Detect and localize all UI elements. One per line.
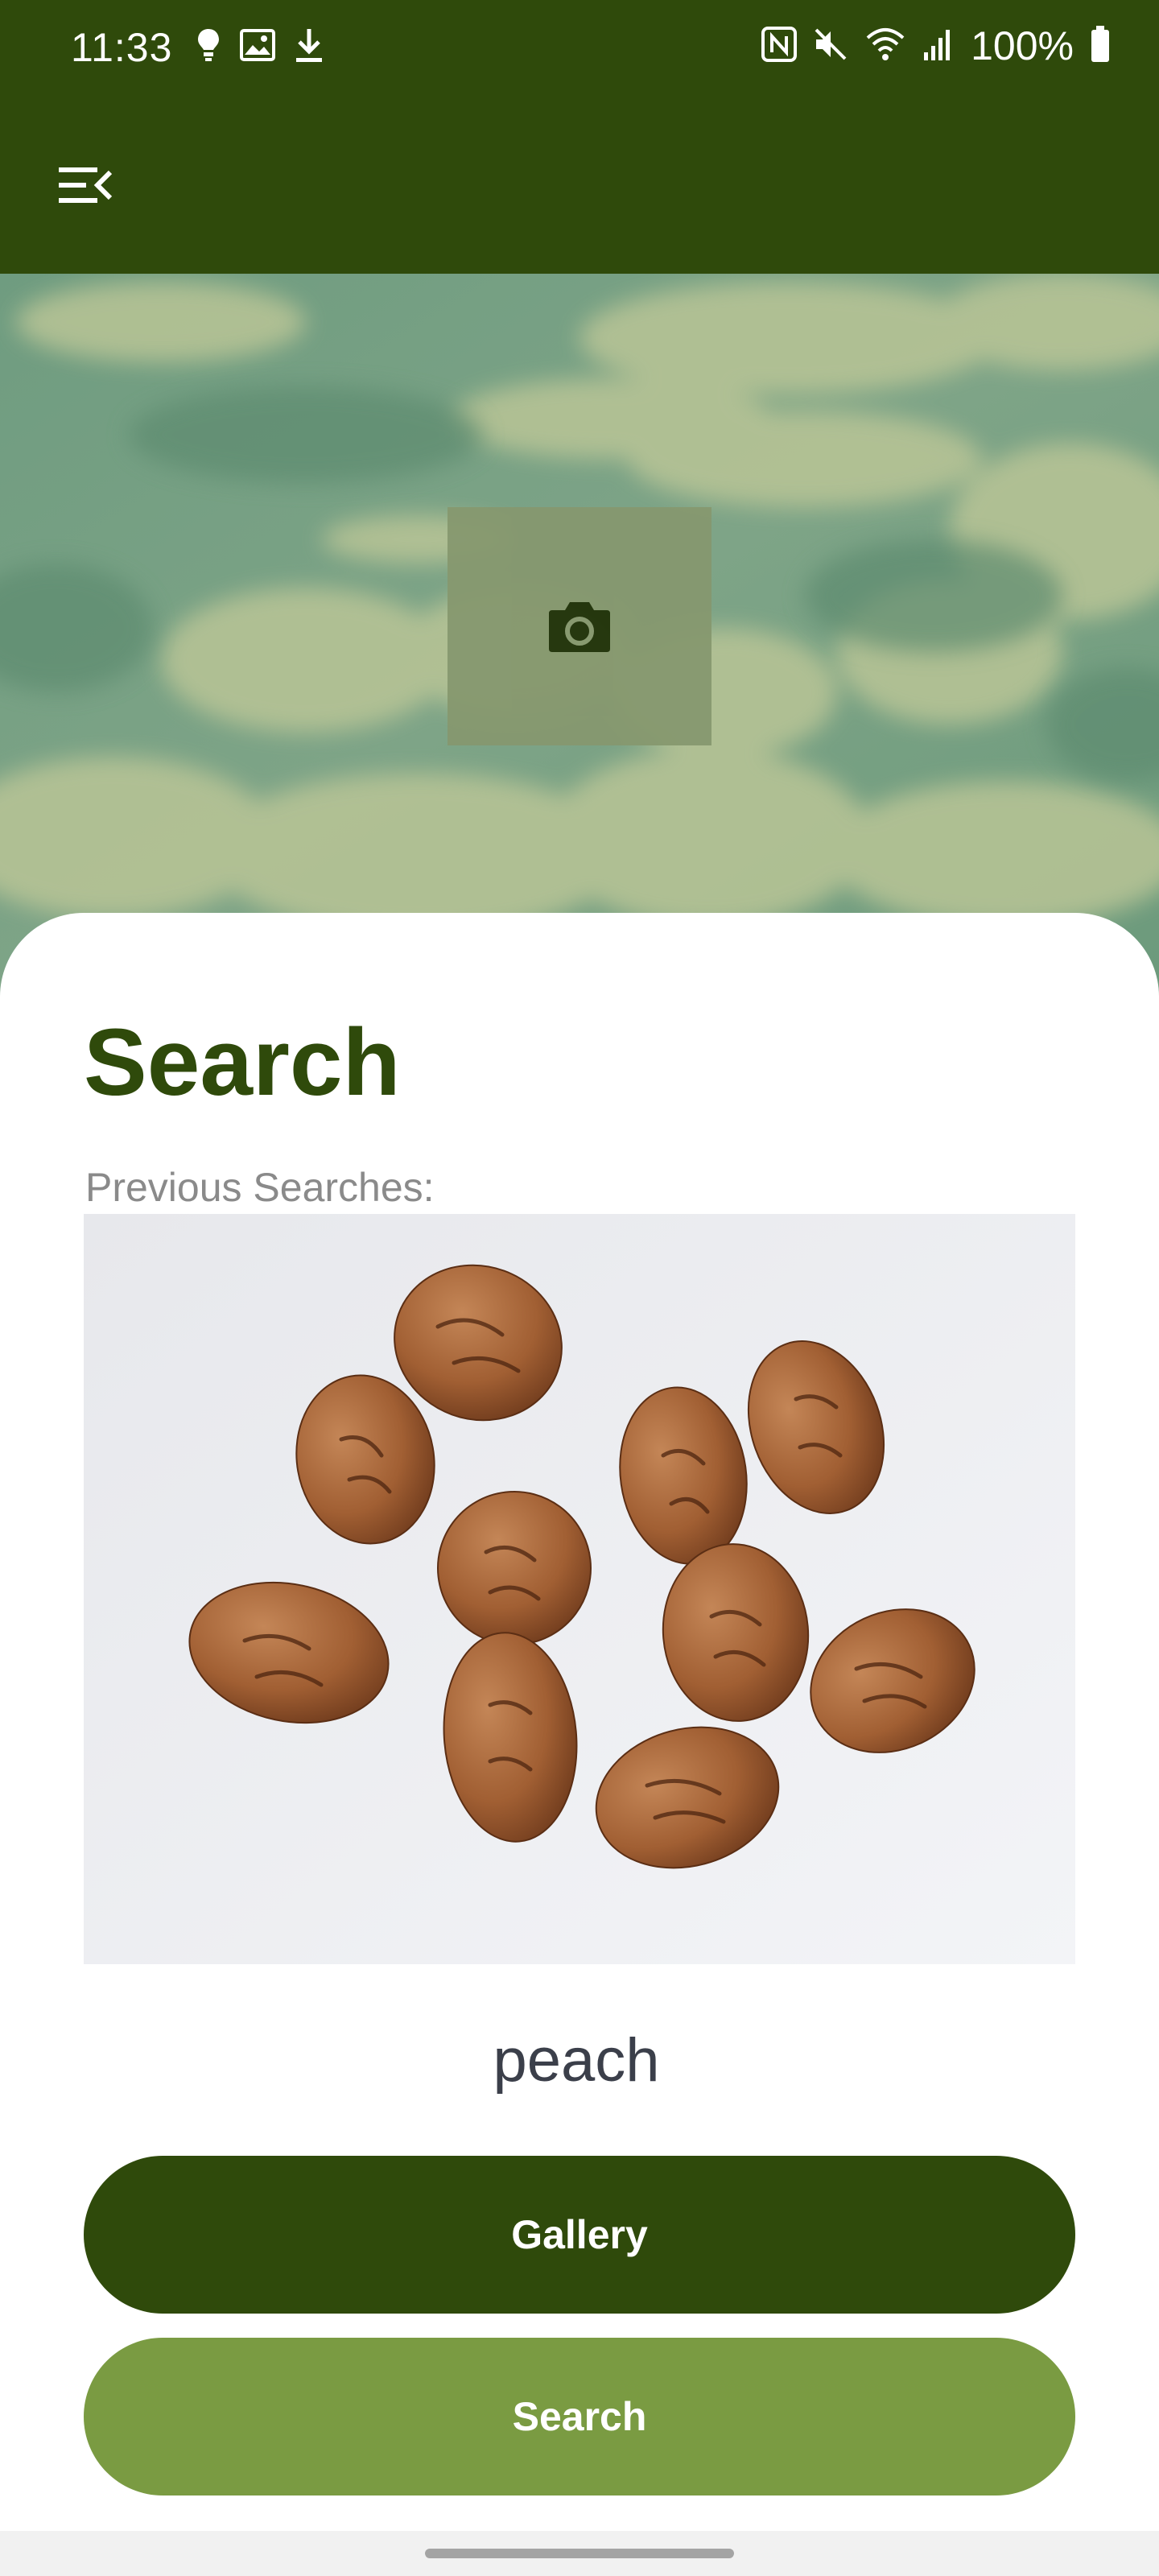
battery-percentage: 100%	[971, 23, 1074, 68]
search-button[interactable]: Search	[84, 2338, 1075, 2496]
menu-collapse-icon	[59, 167, 113, 203]
bulb-icon	[196, 27, 221, 67]
previous-searches-label: Previous Searches:	[85, 1165, 435, 1210]
camera-button[interactable]	[448, 507, 711, 745]
gallery-button[interactable]: Gallery	[84, 2156, 1075, 2314]
mute-icon	[813, 27, 848, 66]
search-result-label: peach	[493, 2026, 660, 2095]
home-indicator[interactable]	[425, 2549, 734, 2558]
status-system-icons: 100%	[761, 23, 1111, 69]
peach-pits-photo	[84, 1214, 1075, 1964]
status-time: 11:33	[71, 25, 173, 70]
hero-background	[0, 274, 1159, 998]
wifi-icon	[864, 27, 906, 66]
battery-icon	[1090, 25, 1111, 67]
status-notification-icons	[196, 27, 324, 67]
status-bar: 11:33 100%	[0, 0, 1159, 97]
signal-icon	[922, 27, 955, 66]
menu-button[interactable]	[52, 155, 119, 216]
system-nav-bar	[0, 2531, 1159, 2576]
previous-search-image[interactable]	[84, 1214, 1075, 1964]
download-icon	[295, 27, 324, 67]
nfc-icon	[761, 26, 798, 66]
image-icon	[240, 29, 275, 65]
app-bar	[0, 97, 1159, 274]
camera-icon	[549, 602, 610, 652]
page-title: Search	[84, 1009, 401, 1116]
search-sheet: Search Previous Searches: peach Gallery …	[0, 913, 1159, 2531]
